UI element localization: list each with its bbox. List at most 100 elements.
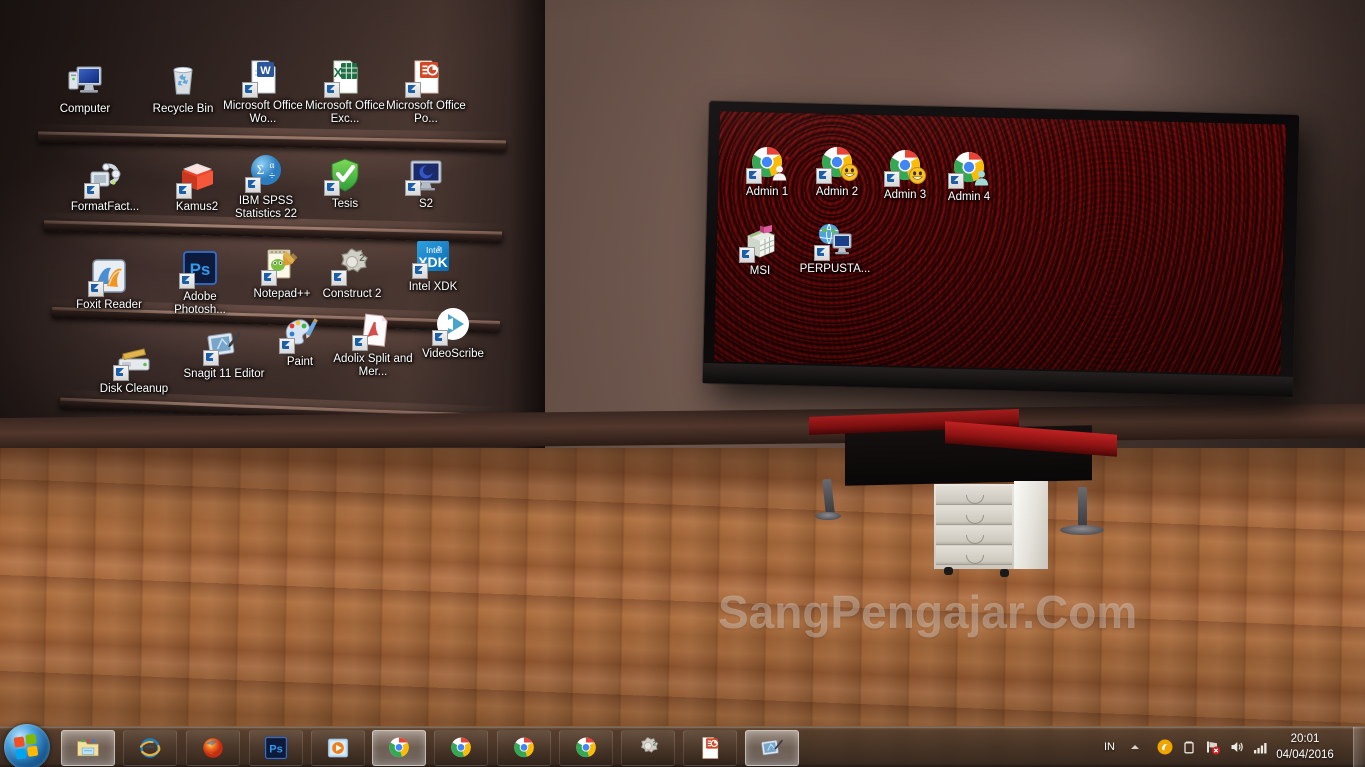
chrome-profile-icon (448, 735, 474, 761)
desktop-icon-perpusta[interactable]: PERPUSTA... (794, 220, 876, 276)
desktop-icon-label: PERPUSTA... (794, 263, 876, 276)
desktop-icon-label: Admin 4 (928, 191, 1010, 204)
desktop-icon-label: Disk Cleanup (93, 383, 175, 396)
photoshop-icon: Ps (263, 735, 289, 761)
powerpoint-icon (697, 735, 723, 761)
desktop-icon-label: Paint (259, 356, 341, 369)
cabinet-drawer (936, 546, 1012, 565)
dictionary-book-icon (177, 158, 217, 198)
show-desktop-button[interactable] (1353, 727, 1365, 767)
desktop-icon-label: VideoScribe (412, 348, 494, 361)
taskbar-button-windows-media-player[interactable] (311, 730, 365, 766)
desktop-icon-formatfact[interactable]: FormatFact... (64, 158, 146, 214)
desktop-icon-recycle-bin[interactable]: Recycle Bin (142, 60, 224, 116)
taskbar-button-google-chrome-admin-2[interactable] (434, 730, 488, 766)
shortcut-arrow-icon (324, 82, 340, 98)
desktop-icon-snagit-11-editor[interactable]: Snagit 11 Editor (183, 325, 265, 381)
desktop-icon-label: Microsoft Office Wo... (222, 100, 304, 126)
desktop-icon-computer[interactable]: Computer (44, 60, 126, 116)
desktop-icon-ibm-spss-statistics-22[interactable]: Σ α ÷ IBM SPSS Statistics 22 (225, 152, 307, 221)
shield-check-icon (325, 155, 365, 195)
clock[interactable]: 20:01 04/04/2016 (1263, 731, 1347, 763)
spss-icon: Σ α ÷ (246, 152, 286, 192)
construct2-icon: 2 (635, 735, 661, 761)
desktop-icon-label: FormatFact... (64, 201, 146, 214)
desktop-icon-label: Microsoft Office Exc... (304, 100, 386, 126)
drawer-handle-icon (966, 535, 984, 544)
taskbar-button-google-chrome-admin-1[interactable] (372, 730, 426, 766)
desktop-icon-label: Foxit Reader (68, 299, 150, 312)
svg-text:Σ: Σ (257, 162, 265, 177)
chrome-profile-icon (949, 148, 989, 188)
adolix-split-icon (353, 310, 393, 350)
volume-icon[interactable] (1229, 739, 1245, 755)
svg-text:÷: ÷ (269, 170, 275, 182)
svg-text:2: 2 (359, 253, 365, 264)
desktop-icon-label: Adolix Split and Mer... (332, 353, 414, 379)
desktop-icon-paint[interactable]: Paint (259, 313, 341, 369)
desktop-icon-label: Microsoft Office Po... (385, 100, 467, 126)
desktop[interactable]: SangPengajar.Com Computer Recycle Bin (0, 0, 1365, 767)
desktop-icon-label: Intel XDK (392, 281, 474, 294)
taskbar[interactable]: Ps (0, 726, 1365, 767)
avg-antivirus-icon[interactable] (1157, 739, 1173, 755)
explorer-folder-icon (75, 735, 101, 761)
desktop-icon-label: Tesis (304, 198, 386, 211)
desktop-icon-intel-xdk[interactable]: Intel ® XDK Intel XDK (392, 238, 474, 294)
computer-icon (65, 60, 105, 100)
chrome-profile-icon (817, 143, 857, 183)
drawer-handle-icon (966, 555, 984, 564)
desktop-icon-msi[interactable]: MSI (719, 222, 801, 278)
desktop-icon-s2[interactable]: S2 (385, 155, 467, 211)
chrome-profile-icon (747, 143, 787, 183)
desktop-icon-microsoft-office-po[interactable]: Microsoft Office Po... (385, 57, 467, 126)
cabinet-drawer (936, 526, 1012, 545)
chrome-profile-icon (386, 735, 412, 761)
chevron-up-icon[interactable] (1127, 739, 1143, 755)
desk-leg-foot-left (815, 512, 841, 520)
battery-icon[interactable] (1181, 739, 1197, 755)
desktop-icon-microsoft-office-wo[interactable]: W Microsoft Office Wo... (222, 57, 304, 126)
shortcut-arrow-icon (814, 245, 830, 261)
taskbar-button-adobe-photoshop[interactable]: Ps (249, 730, 303, 766)
desktop-icon-adolix-split-and-mer[interactable]: Adolix Split and Mer... (332, 310, 414, 379)
desktop-icon-label: Construct 2 (311, 288, 393, 301)
desktop-icon-tesis[interactable]: Tesis (304, 155, 386, 211)
desktop-icon-label: MSI (719, 265, 801, 278)
taskbar-button-mozilla-firefox[interactable] (186, 730, 240, 766)
taskbar-button-internet-explorer[interactable] (123, 730, 177, 766)
network-error-icon[interactable] (1205, 739, 1221, 755)
taskbar-button-microsoft-powerpoint[interactable] (683, 730, 737, 766)
shortcut-arrow-icon (884, 171, 900, 187)
format-factory-icon (85, 158, 125, 198)
desktop-icon-label: Adobe Photosh... (159, 291, 241, 317)
desktop-icon-construct-2[interactable]: 2 Construct 2 (311, 245, 393, 301)
screensaver-icon (406, 155, 446, 195)
taskbar-button-snagit-editor[interactable] (745, 730, 799, 766)
start-button[interactable] (4, 724, 50, 767)
chrome-profile-icon (511, 735, 537, 761)
desktop-icon-foxit-reader[interactable]: Foxit Reader (68, 256, 150, 312)
cabinet-drawer (936, 486, 1012, 505)
desktop-icon-disk-cleanup[interactable]: Disk Cleanup (93, 340, 175, 396)
photoshop-icon: Ps (180, 248, 220, 288)
desktop-icon-microsoft-office-exc[interactable]: X Microsoft Office Exc... (304, 57, 386, 126)
media-player-icon (325, 735, 351, 761)
desktop-icon-adobe-photosh[interactable]: Ps Adobe Photosh... (159, 248, 241, 317)
taskbar-button-google-chrome-admin-4[interactable] (559, 730, 613, 766)
profile-avatar-badge (909, 167, 926, 184)
firefox-icon (200, 735, 226, 761)
svg-text:Ps: Ps (269, 744, 283, 756)
shortcut-arrow-icon (245, 177, 261, 193)
cabinet-side (1014, 481, 1048, 569)
desktop-icon-videoscribe[interactable]: VideoScribe (412, 305, 494, 361)
shortcut-arrow-icon (261, 270, 277, 286)
shortcut-arrow-icon (816, 168, 832, 184)
svg-text:2: 2 (653, 740, 657, 747)
language-indicator[interactable]: IN (1104, 741, 1115, 753)
desktop-icon-admin-4[interactable]: Admin 4 (928, 148, 1010, 204)
taskbar-button-construct-2[interactable]: 2 (621, 730, 675, 766)
svg-text:W: W (260, 65, 271, 77)
taskbar-button-windows-explorer[interactable] (61, 730, 115, 766)
taskbar-button-google-chrome-admin-3[interactable] (497, 730, 551, 766)
